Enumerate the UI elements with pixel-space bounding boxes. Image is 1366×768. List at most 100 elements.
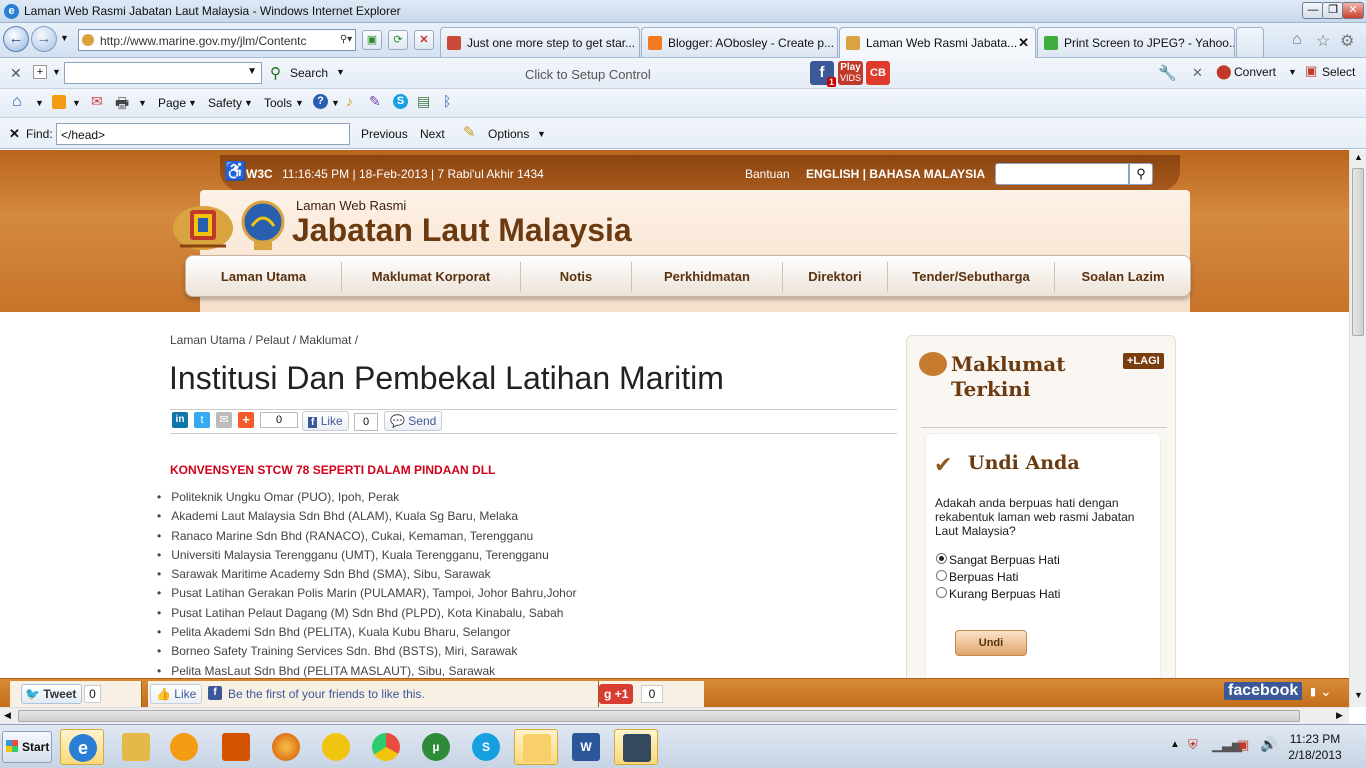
toolbar-search-label[interactable]: Search xyxy=(290,66,328,80)
tab-gmail[interactable]: Just one more step to get star... xyxy=(440,27,640,57)
google-plus-button[interactable]: g +1 xyxy=(599,684,634,704)
vote-submit-button[interactable]: Undi xyxy=(955,630,1027,656)
home-icon[interactable]: ⌂ xyxy=(12,93,22,111)
scroll-thumb[interactable] xyxy=(1352,168,1364,336)
chevron-down-icon[interactable]: ▼ xyxy=(247,66,257,77)
taskbar-chrome[interactable] xyxy=(364,729,408,765)
taskbar-word[interactable]: W xyxy=(564,729,608,765)
breadcrumb[interactable]: Laman Utama / Pelaut / Maklumat / xyxy=(170,333,358,347)
select-button[interactable]: Select xyxy=(1322,65,1355,79)
address-search-icon[interactable]: ⚲▾ xyxy=(339,33,353,47)
close-find-icon[interactable]: ✕ xyxy=(9,126,20,142)
taskbar-internet-explorer[interactable]: e xyxy=(60,729,104,765)
find-input[interactable]: </head> xyxy=(56,123,350,145)
print-icon[interactable]: 🖶 xyxy=(115,93,129,118)
help-icon[interactable]: ? xyxy=(313,94,328,109)
scroll-thumb[interactable] xyxy=(18,710,1300,722)
site-search-icon[interactable]: ⚲ xyxy=(1129,163,1153,185)
close-tab-icon[interactable]: ✕ xyxy=(1018,35,1029,51)
play-vids-icon[interactable]: Play VIDS xyxy=(838,61,863,85)
compatibility-icon[interactable]: ▣ xyxy=(362,30,382,50)
print-dropdown-icon[interactable]: ▼ xyxy=(138,98,147,108)
close-icon[interactable]: ✕ xyxy=(1192,65,1203,81)
skype-icon[interactable]: S xyxy=(393,94,408,109)
new-tab-button[interactable] xyxy=(1236,27,1264,57)
feeds-dropdown-icon[interactable]: ▼ xyxy=(72,98,81,108)
convert-dropdown-icon[interactable]: ▼ xyxy=(1288,67,1297,77)
w3c-badge[interactable]: W3C xyxy=(246,167,273,181)
setup-control-text[interactable]: Click to Setup Control xyxy=(525,67,651,82)
taskbar-paint[interactable] xyxy=(614,729,658,765)
poll-option-label[interactable]: Berpuas Hati xyxy=(949,570,1018,584)
security-icon[interactable]: ⛨ xyxy=(1188,737,1198,753)
taskbar-app2[interactable] xyxy=(314,729,358,765)
tools-menu[interactable]: Tools xyxy=(264,96,292,110)
nav-laman-utama[interactable]: Laman Utama xyxy=(186,269,341,284)
show-hidden-icons[interactable]: ▲ xyxy=(1170,739,1180,750)
highlight-icon[interactable]: ✎ xyxy=(463,123,476,141)
restore-button[interactable]: ❐ xyxy=(1322,2,1344,19)
search-icon[interactable]: ⚲ xyxy=(270,64,281,82)
select-icon[interactable]: ▣ xyxy=(1305,63,1317,79)
horizontal-scrollbar[interactable]: ◀ ▶ xyxy=(0,707,1349,724)
home-icon[interactable]: ⌂ xyxy=(1292,31,1302,49)
start-button[interactable]: Start xyxy=(2,731,52,763)
taskbar-outlook[interactable] xyxy=(514,729,558,765)
stop-icon[interactable]: ✕ xyxy=(414,30,434,50)
volume-icon[interactable]: 🔊 xyxy=(1260,736,1277,753)
nav-perkhidmatan[interactable]: Perkhidmatan xyxy=(632,269,782,284)
history-dropdown-icon[interactable]: ▼ xyxy=(60,33,69,43)
options-dropdown-icon[interactable]: ▼ xyxy=(537,129,546,139)
page-menu[interactable]: Page xyxy=(158,96,186,110)
nav-maklumat-korporat[interactable]: Maklumat Korporat xyxy=(342,269,520,284)
close-window-button[interactable]: ✕ xyxy=(1342,2,1364,19)
antivirus-icon[interactable]: ▣ xyxy=(1237,737,1249,753)
forward-button[interactable]: → xyxy=(31,26,57,52)
taskbar-media-player[interactable] xyxy=(162,729,206,765)
nav-tender[interactable]: Tender/Sebutharga xyxy=(888,269,1054,284)
list-item[interactable]: • Pusat Latihan Pelaut Dagang (M) Sdn Bh… xyxy=(157,606,577,625)
vertical-scrollbar[interactable]: ▲ ▼ xyxy=(1349,150,1366,707)
site-search-input[interactable] xyxy=(995,163,1129,185)
addthis-icon[interactable]: + xyxy=(238,412,254,428)
tab-jabatan-laut[interactable]: Laman Web Rasmi Jabata... ✕ xyxy=(839,27,1036,58)
list-item[interactable]: • Akademi Laut Malaysia Sdn Bhd (ALAM), … xyxy=(157,509,577,528)
wrench-icon[interactable]: 🔧 xyxy=(1158,64,1177,82)
minimize-button[interactable]: — xyxy=(1302,2,1324,19)
add-icon[interactable]: + xyxy=(33,65,47,79)
find-options-button[interactable]: Options xyxy=(488,127,529,141)
nav-notis[interactable]: Notis xyxy=(521,269,631,284)
onenote-icon[interactable]: ▤ xyxy=(417,93,430,110)
twitter-icon[interactable]: t xyxy=(194,412,210,428)
safety-dropdown-icon[interactable]: ▼ xyxy=(244,98,253,108)
toolbar-search-field[interactable]: ▼ xyxy=(64,62,262,84)
favorites-star-icon[interactable]: ☆ xyxy=(1316,31,1330,51)
list-item[interactable]: • Pusat Latihan Gerakan Polis Marin (PUL… xyxy=(157,586,577,605)
poll-option-label[interactable]: Sangat Berpuas Hati xyxy=(949,553,1060,567)
refresh-icon[interactable]: ⟳ xyxy=(388,30,408,50)
email-share-icon[interactable]: ✉ xyxy=(216,412,232,428)
collapse-chevron-icon[interactable]: ⌄ xyxy=(1320,683,1332,700)
home-dropdown-icon[interactable]: ▼ xyxy=(35,98,44,108)
facebook-logo[interactable]: facebook xyxy=(1224,682,1303,700)
page-dropdown-icon[interactable]: ▼ xyxy=(188,98,197,108)
tweet-button[interactable]: 🐦 Tweet xyxy=(21,684,83,704)
taskbar-skype[interactable]: S xyxy=(464,729,508,765)
list-item[interactable]: • Ranaco Marine Sdn Bhd (RANACO), Cukai,… xyxy=(157,529,577,548)
poll-option-radio[interactable] xyxy=(936,553,947,564)
help-link[interactable]: Bantuan xyxy=(745,167,790,181)
system-clock[interactable]: 11:23 PM 2/18/2013 xyxy=(1282,731,1348,763)
list-item[interactable]: • Borneo Safety Training Services Sdn. B… xyxy=(157,644,577,663)
help-dropdown-icon[interactable]: ▼ xyxy=(331,98,340,108)
more-news-button[interactable]: +LAGI xyxy=(1123,353,1164,369)
taskbar-firefox[interactable] xyxy=(264,729,308,765)
poll-option-label[interactable]: Kurang Berpuas Hati xyxy=(949,587,1060,601)
accessibility-icon[interactable]: ♿ xyxy=(224,161,246,182)
taskbar-utorrent[interactable]: µ xyxy=(414,729,458,765)
scroll-up-icon[interactable]: ▲ xyxy=(1354,152,1363,162)
convert-button[interactable]: Convert xyxy=(1234,65,1276,79)
addon-icon[interactable]: ♪ xyxy=(346,93,353,109)
list-item[interactable]: • Politeknik Ungku Omar (PUO), Ipoh, Per… xyxy=(157,490,577,509)
safety-menu[interactable]: Safety xyxy=(208,96,242,110)
facebook-icon[interactable]: f 1 xyxy=(810,61,836,87)
